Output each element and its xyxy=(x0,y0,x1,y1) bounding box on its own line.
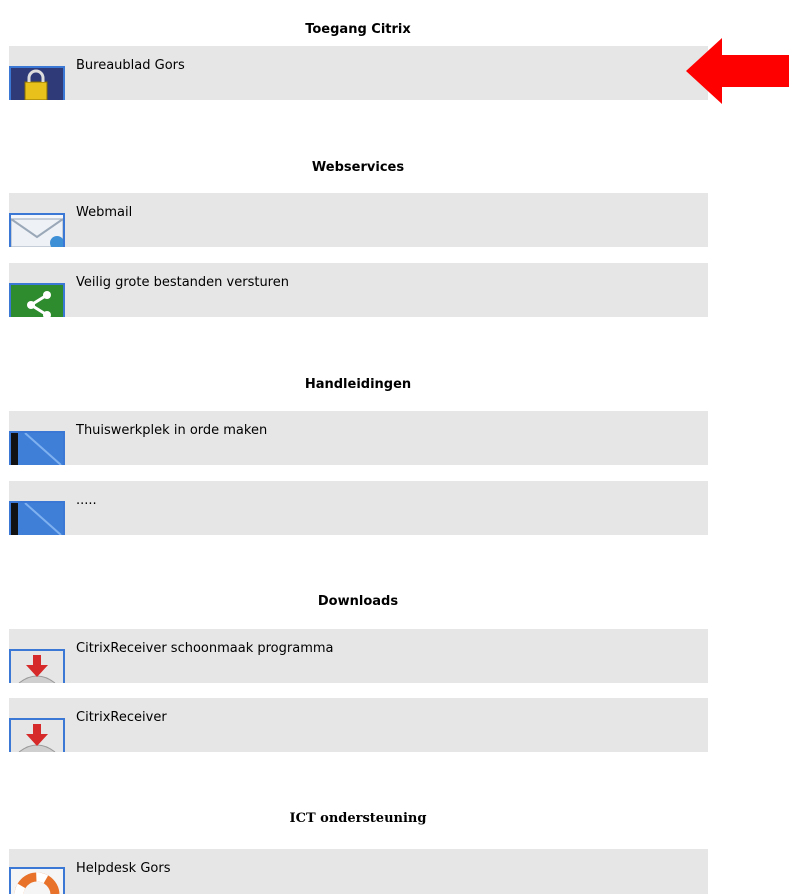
link-webmail[interactable]: Webmail xyxy=(9,193,708,247)
link-label: ..... xyxy=(76,493,97,508)
link-label: Bureaublad Gors xyxy=(76,58,185,73)
section-title-ict-ondersteuning: ICT ondersteuning xyxy=(289,811,427,826)
share-icon xyxy=(9,283,65,317)
link-helpdesk-gors[interactable]: Helpdesk Gors xyxy=(9,849,708,894)
book-icon xyxy=(9,501,65,535)
download-icon xyxy=(9,718,65,752)
link-thuiswerkplek[interactable]: Thuiswerkplek in orde maken xyxy=(9,411,708,465)
book-icon xyxy=(9,431,65,465)
link-label: Helpdesk Gors xyxy=(76,861,171,876)
download-icon xyxy=(9,649,65,683)
section-title-handleidingen: Handleidingen xyxy=(304,377,412,392)
section-title-webservices: Webservices xyxy=(311,160,405,175)
link-label: CitrixReceiver schoonmaak programma xyxy=(76,641,334,656)
link-citrixreceiver[interactable]: CitrixReceiver xyxy=(9,698,708,752)
mail-icon xyxy=(9,213,65,247)
link-bureaublad-gors[interactable]: Bureaublad Gors xyxy=(9,46,708,100)
link-handleiding-2[interactable]: ..... xyxy=(9,481,708,535)
link-label: Webmail xyxy=(76,205,133,220)
link-veilig-grote-bestanden[interactable]: Veilig grote bestanden versturen xyxy=(9,263,708,317)
lock-icon xyxy=(9,66,65,100)
link-citrixreceiver-schoonmaak[interactable]: CitrixReceiver schoonmaak programma xyxy=(9,629,708,683)
section-title-downloads: Downloads xyxy=(317,594,399,609)
link-label: Thuiswerkplek in orde maken xyxy=(76,423,268,438)
lifebuoy-icon xyxy=(9,867,65,894)
link-label: CitrixReceiver xyxy=(76,710,167,725)
section-title-toegang-citrix: Toegang Citrix xyxy=(305,22,411,37)
link-label: Veilig grote bestanden versturen xyxy=(76,275,289,290)
red-arrow-left-icon xyxy=(686,38,789,104)
